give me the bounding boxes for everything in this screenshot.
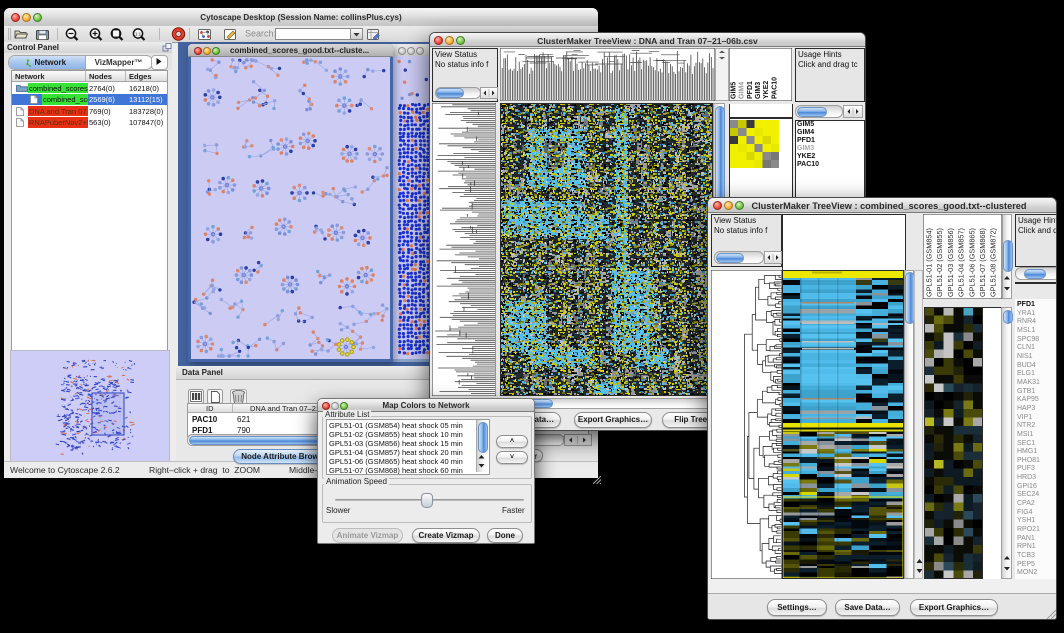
- svg-text:PAC10: PAC10: [771, 77, 778, 99]
- svg-text:GPL51-07 (GSM868): GPL51-07 (GSM868): [978, 228, 987, 297]
- svg-text:GPL51-04 (GSM857): GPL51-04 (GSM857): [957, 228, 966, 297]
- svg-text:GPL51-03 (GSM856): GPL51-03 (GSM856): [946, 228, 955, 297]
- svg-text:Search:: Search:: [245, 29, 276, 39]
- svg-text:GIM5: GIM5: [731, 82, 738, 99]
- svg-text:GPL51-08 (GSM872): GPL51-08 (GSM872): [989, 228, 998, 297]
- svg-text:GPL51-06 (GSM865): GPL51-06 (GSM865): [967, 228, 976, 297]
- svg-text:GPL51-02 (GSM855): GPL51-02 (GSM855): [935, 228, 944, 297]
- svg-text:1:1: 1:1: [135, 32, 142, 37]
- svg-text:GIM3: GIM3: [755, 82, 762, 99]
- svg-text:YKE2: YKE2: [763, 81, 770, 99]
- svg-text:GIM4: GIM4: [739, 82, 746, 99]
- svg-text:PFD1: PFD1: [747, 81, 754, 99]
- svg-text:GPL51-01 (GSM854): GPL51-01 (GSM854): [925, 228, 934, 297]
